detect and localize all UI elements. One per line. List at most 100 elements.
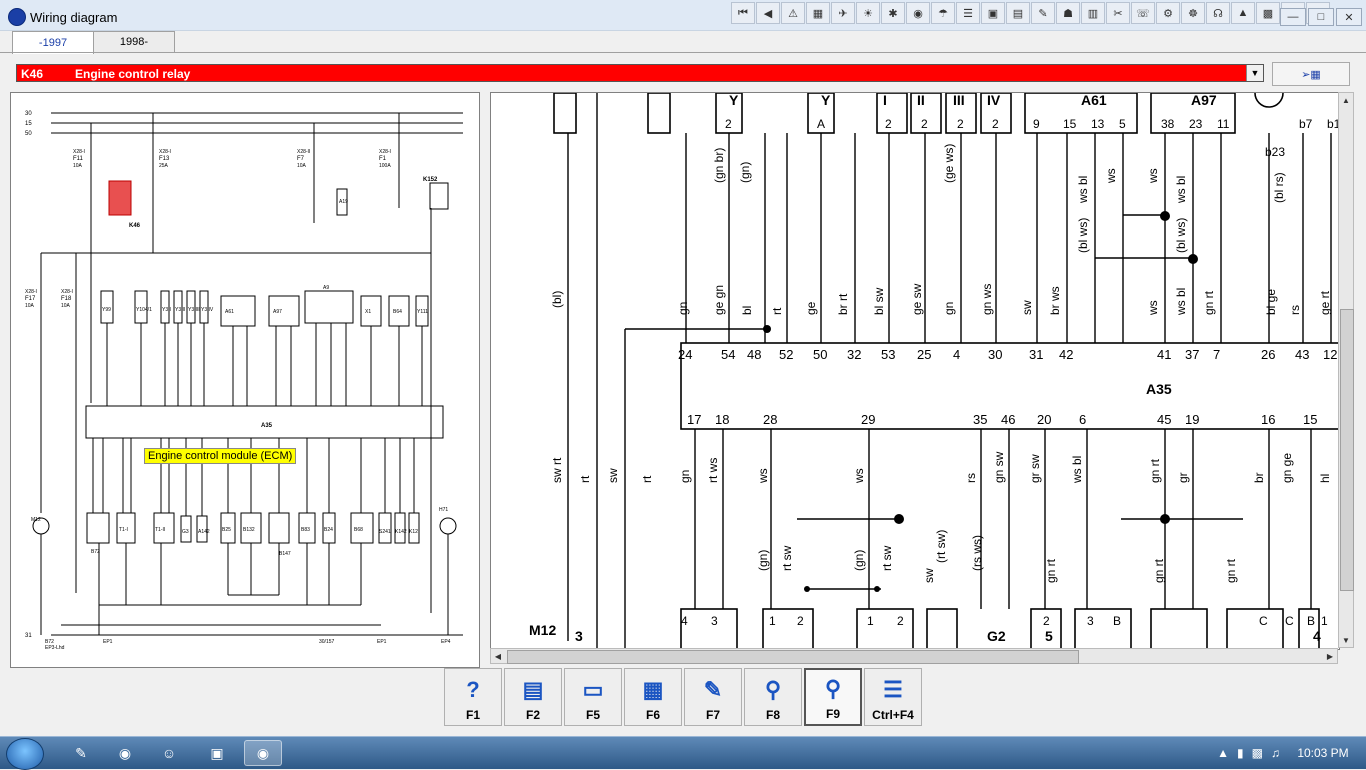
fkey-f2[interactable]: ▤ F2 <box>504 668 562 726</box>
fkey-f5[interactable]: ▭ F5 <box>564 668 622 726</box>
taskbar-app-1[interactable]: ✎ <box>62 740 100 766</box>
minimize-button[interactable]: — <box>1280 8 1306 26</box>
tool-12-icon[interactable]: ▥ <box>1081 2 1105 24</box>
start-button[interactable] <box>6 738 44 770</box>
tool-11-icon[interactable]: ☗ <box>1056 2 1080 24</box>
close-button[interactable]: ✕ <box>1336 8 1362 26</box>
exit-button[interactable]: ➢▦ <box>1272 62 1350 86</box>
wire-color-label: ws <box>1146 168 1160 184</box>
tool-17-icon[interactable]: ☊ <box>1206 2 1230 24</box>
wire-color-label: gn ws <box>980 284 994 315</box>
vertical-scroll-thumb[interactable] <box>1340 309 1354 591</box>
tool-5-icon[interactable]: ◉ <box>906 2 930 24</box>
first-page-icon[interactable]: ⏮ <box>731 2 755 24</box>
tool-8-icon[interactable]: ▣ <box>981 2 1005 24</box>
ecm-label: A35 <box>1146 381 1172 397</box>
scroll-up-icon[interactable]: ▲ <box>1339 93 1353 107</box>
taskbar-app-wiring[interactable]: ◉ <box>244 740 282 766</box>
prev-page-icon[interactable]: ◀ <box>756 2 780 24</box>
tool-1-icon[interactable]: ▦ <box>806 2 830 24</box>
firefox-icon: ◉ <box>118 744 132 761</box>
wire-color-label: gn <box>942 302 956 315</box>
fkey-f1[interactable]: ? F1 <box>444 668 502 726</box>
tool-19-icon[interactable]: ▩ <box>1256 2 1280 24</box>
fkey-f8[interactable]: ⚲ F8 <box>744 668 802 726</box>
connector-pin-number: 2 <box>957 117 964 131</box>
battery-icon[interactable]: ▮ <box>1237 746 1244 760</box>
wire-color-label: sw <box>922 568 936 583</box>
component-label: 4 <box>1313 628 1321 644</box>
tool-13-icon[interactable]: ✂ <box>1106 2 1130 24</box>
wire-color-label: br ws <box>1048 286 1062 315</box>
module-label: A19 <box>339 199 348 205</box>
tool-18-icon[interactable]: ▲ <box>1231 2 1255 24</box>
connector-top-label: A61 <box>1081 93 1107 108</box>
tool-3-icon[interactable]: ☀ <box>856 2 880 24</box>
component-pin-number: 2 <box>1043 614 1050 628</box>
module-label: Y3 IV <box>201 307 214 313</box>
fkey-label: Ctrl+F4 <box>872 708 914 722</box>
tool-9-icon[interactable]: ▤ <box>1006 2 1030 24</box>
clock[interactable]: 10:03 PM <box>1288 746 1358 760</box>
module-label: Y99 <box>102 307 111 313</box>
overview-diagram-panel[interactable]: 30 15 50 31 X28-I F11 10A X28-I F13 25A X28-II F7 10… <box>10 92 480 668</box>
connector-top-label: I <box>883 93 887 108</box>
tool-6-icon[interactable]: ☂ <box>931 2 955 24</box>
component-label: M12 <box>31 517 41 523</box>
maximize-button[interactable]: □ <box>1308 8 1334 26</box>
taskbar-app-messenger[interactable]: ☺ <box>150 740 188 766</box>
vertical-scrollbar[interactable]: ▲ ▼ <box>1338 92 1354 648</box>
tool-4-icon[interactable]: ✱ <box>881 2 905 24</box>
scroll-right-icon[interactable]: ▶ <box>1323 649 1337 663</box>
ecm-pin-number: 19 <box>1185 412 1199 427</box>
window-title: Wiring diagram <box>30 10 118 25</box>
taskbar-app-firefox[interactable]: ◉ <box>106 740 144 766</box>
detail-diagram-panel[interactable]: YYIIIIIIIVA61A972A2222915135382311b7b1b2… <box>490 92 1340 650</box>
fuse-rating: 10A <box>25 303 35 309</box>
show-hidden-icon[interactable]: ▲ <box>1217 746 1229 760</box>
tool-10-icon[interactable]: ✎ <box>1031 2 1055 24</box>
tool-2-icon[interactable]: ✈ <box>831 2 855 24</box>
overview-diagram[interactable]: 30155031X28-IF1110AX28-IF1325AX28-IIF710… <box>11 93 479 667</box>
taskbar-app-explorer[interactable]: ▣ <box>198 740 236 766</box>
wire-color-label: br rt <box>836 293 850 315</box>
wire-color-label: gn <box>676 302 690 315</box>
horizontal-scrollbar[interactable]: ◀ ▶ <box>490 648 1338 664</box>
tool-7-icon[interactable]: ☰ <box>956 2 980 24</box>
warning-icon[interactable]: ⚠ <box>781 2 805 24</box>
chevron-down-icon[interactable]: ▼ <box>1246 65 1263 81</box>
ecm-pin-number: 29 <box>861 412 875 427</box>
fkey-f9[interactable]: ⚲ F9 <box>804 668 862 726</box>
help-icon: ? <box>466 677 480 702</box>
tool-16-icon[interactable]: ☸ <box>1181 2 1205 24</box>
module-label: Y3 III <box>188 307 200 313</box>
fkey-f7[interactable]: ✎ F7 <box>684 668 742 726</box>
scroll-left-icon[interactable]: ◀ <box>491 649 505 663</box>
wire-color-label: ws <box>756 468 770 484</box>
tab-1998[interactable]: 1998- <box>93 31 175 52</box>
network-icon[interactable]: ▩ <box>1252 746 1263 760</box>
fkey-f6[interactable]: ▦ F6 <box>624 668 682 726</box>
connector-pin-number: 13 <box>1091 117 1105 131</box>
tool-15-icon[interactable]: ⚙ <box>1156 2 1180 24</box>
connector-pin-number: A <box>817 117 825 131</box>
volume-icon[interactable]: ♫ <box>1271 746 1280 760</box>
toolbar: ⏮◀⚠▦✈☀✱◉☂☰▣▤✎☗▥✂☏⚙☸☊▲▩▧☐ <box>731 2 1330 26</box>
wire-color-label: ws bl <box>1174 288 1188 316</box>
wire-color-label: rt <box>578 475 592 483</box>
fkey-ctrl-f4[interactable]: ☰ Ctrl+F4 <box>864 668 922 726</box>
tool-14-icon[interactable]: ☏ <box>1131 2 1155 24</box>
ecm-pin-number: 53 <box>881 347 895 362</box>
component-select[interactable]: K46 Engine control relay ▼ <box>16 64 1264 82</box>
component-pin-number: 1 <box>1321 614 1328 628</box>
tab-1997[interactable]: -1997 <box>12 31 94 54</box>
fuse-connector-label: X28-I <box>379 149 391 155</box>
detail-diagram[interactable]: YYIIIIIIIVA61A972A2222915135382311b7b1b2… <box>491 93 1339 649</box>
wire-color-label: ws bl <box>1174 176 1188 204</box>
ecm-pin-number: 18 <box>715 412 729 427</box>
component-label: K12 <box>409 529 418 535</box>
horizontal-scroll-thumb[interactable] <box>507 650 1079 664</box>
component-pin-number: 1 <box>769 614 776 628</box>
scroll-down-icon[interactable]: ▼ <box>1339 633 1353 647</box>
wire-color-label: rt sw <box>780 545 794 571</box>
